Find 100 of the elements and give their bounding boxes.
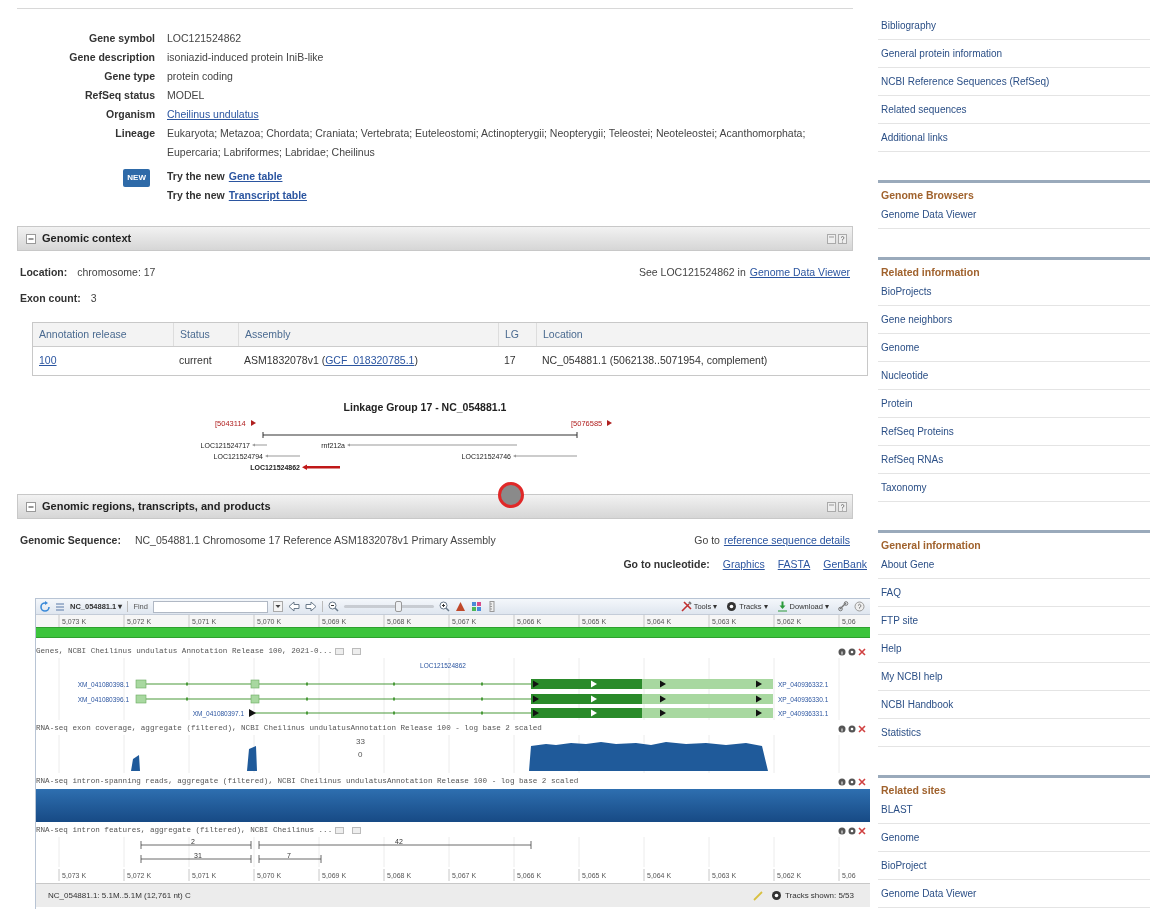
sidebar-link[interactable]: Bibliography [878, 18, 937, 33]
download-icon [776, 601, 788, 612]
tools-icon [680, 601, 692, 612]
sidebar-link[interactable]: Taxonomy [878, 480, 927, 495]
help-icon[interactable] [854, 601, 865, 612]
sidebar-link[interactable]: Protein [878, 396, 913, 411]
column-header: Annotation release [38, 326, 128, 342]
marker-icon[interactable] [454, 601, 466, 612]
sidebar-link[interactable]: Additional links [878, 130, 948, 145]
viewer-link[interactable]: Genome Data Viewer [749, 265, 850, 281]
field-value: MODEL [167, 89, 205, 101]
info-icon[interactable] [838, 777, 846, 786]
sidebar-link[interactable]: Nucleotide [878, 368, 929, 383]
link-icon[interactable] [838, 601, 849, 612]
zoom-in-icon[interactable] [438, 601, 450, 612]
sidebar-link[interactable]: BioProjects [878, 284, 932, 299]
sidebar-link[interactable]: RefSeq RNAs [878, 452, 944, 467]
column-header: Status [173, 323, 238, 346]
settings-icon[interactable] [848, 777, 856, 786]
intron-feature [258, 854, 322, 864]
info-icon[interactable] [838, 647, 846, 656]
link-prefix: Go to [694, 533, 720, 549]
details-link[interactable]: reference sequence details [723, 533, 850, 549]
field-label: Genomic Sequence: [20, 533, 121, 549]
section-title: Genomic regions, transcripts, and products [42, 499, 271, 515]
sidebar-link[interactable]: NCBI Reference Sequences (RefSeq) [878, 74, 1050, 89]
sidebar-link[interactable]: Gene neighbors [878, 312, 953, 327]
sidebar-link[interactable]: My NCBI help [878, 669, 943, 684]
marker-icon [607, 420, 612, 426]
table-cell: 17 [504, 353, 516, 369]
section-header[interactable]: Genomic regions, transcripts, and products [17, 494, 853, 519]
dropdown-icon[interactable] [272, 601, 283, 612]
field-value: LOC121524862 [167, 32, 242, 44]
table-link[interactable]: Transcript table [228, 186, 307, 205]
info-icon[interactable] [838, 724, 846, 733]
status-text: NC_054881.1: 5.1M..5.1M (12,761 nt) C [48, 889, 191, 902]
sequence-icon [55, 601, 65, 612]
map-title: Linkage Group 17 - NC_054881.1 [343, 401, 507, 413]
section-header[interactable]: Genomic context [17, 226, 853, 251]
sidebar-link[interactable]: Statistics [878, 725, 921, 740]
column-header: Location [536, 323, 867, 346]
column-header: Assembly [238, 323, 498, 346]
back-icon[interactable] [287, 601, 300, 612]
tracks-icon [726, 601, 738, 612]
promo-text: Try the new [167, 188, 225, 203]
collapse-icon[interactable] [26, 501, 36, 512]
promo-text: Try the new [167, 169, 225, 184]
format-link[interactable]: Graphics [722, 557, 765, 573]
ruler-icon[interactable] [486, 601, 497, 612]
sidebar-link[interactable]: NCBI Handbook [878, 697, 954, 712]
field-label: Location: [20, 265, 68, 281]
sidebar-link[interactable]: Help [878, 641, 902, 656]
field-label: Gene type [103, 69, 155, 84]
sidebar-heading: General information [880, 539, 982, 551]
sidebar-link[interactable]: FTP site [878, 613, 919, 628]
slider-thumb[interactable] [395, 601, 403, 612]
sidebar-heading: Genome Browsers [880, 189, 975, 201]
axis-label: 33 [356, 737, 365, 746]
refresh-icon[interactable] [39, 601, 50, 612]
settings-icon[interactable] [848, 647, 856, 656]
close-icon[interactable] [858, 777, 866, 786]
settings-icon[interactable] [848, 724, 856, 733]
assembly-link[interactable]: GCF_018320785.1 [325, 354, 415, 367]
organism-link[interactable]: Cheilinus undulatus [167, 108, 259, 120]
info-icon[interactable] [838, 826, 846, 835]
tracks-shown-button[interactable]: Tracks shown: 5/53 [770, 889, 854, 902]
format-link[interactable]: GenBank [823, 557, 867, 573]
sidebar-link[interactable]: RefSeq Proteins [878, 424, 954, 439]
sidebar-link[interactable]: FAQ [878, 585, 901, 600]
table-link[interactable]: Gene table [228, 167, 283, 186]
sidebar-link[interactable]: General protein information [878, 46, 1003, 61]
sidebar-link[interactable]: Related sequences [878, 102, 967, 117]
field-label: Exon count: [20, 291, 81, 307]
sidebar-link[interactable]: Genome [878, 340, 920, 355]
release-link[interactable]: 100 [39, 353, 57, 369]
close-icon[interactable] [858, 724, 866, 733]
sidebar-link[interactable]: Genome [878, 830, 920, 845]
sidebar-link[interactable]: Genome Data Viewer [878, 207, 977, 222]
forward-icon[interactable] [304, 601, 317, 612]
sidebar-link[interactable]: Genome Data Viewer [878, 886, 977, 901]
format-link[interactable]: FASTA [777, 557, 811, 573]
field-label: RefSeq status [83, 88, 155, 103]
close-icon[interactable] [858, 647, 866, 656]
sidebar-link[interactable]: About Gene [878, 557, 935, 572]
close-icon[interactable] [858, 826, 866, 835]
settings-icon[interactable] [848, 826, 856, 835]
tracks-icon [770, 890, 782, 901]
table-cell: current [179, 353, 212, 369]
help-icon[interactable] [838, 233, 847, 244]
find-field[interactable] [152, 600, 268, 613]
grid-icon[interactable] [470, 601, 482, 612]
sidebar-link[interactable]: BioProject [878, 858, 927, 873]
zoom-out-icon[interactable] [327, 601, 339, 612]
field-value: NC_054881.1 Chromosome 17 Reference ASM1832078v1 Primary Assembly [134, 533, 496, 549]
sidebar-link[interactable]: BLAST [878, 802, 913, 817]
field-value: isoniazid-induced protein IniB-like [167, 51, 324, 63]
field-value: 3 [90, 291, 97, 307]
field-value: Eukaryota; Metazoa; Chordata; Craniata; Vertebrata; Euteleostomi; Actinopterygii; Neopterygii; Teleostei; Neoteleostei; Acanthomorphata; Eupercaria; Labriformes; Labridae; Cheilinus [167, 127, 806, 158]
help-icon[interactable] [838, 501, 847, 512]
collapse-icon[interactable] [26, 233, 36, 244]
